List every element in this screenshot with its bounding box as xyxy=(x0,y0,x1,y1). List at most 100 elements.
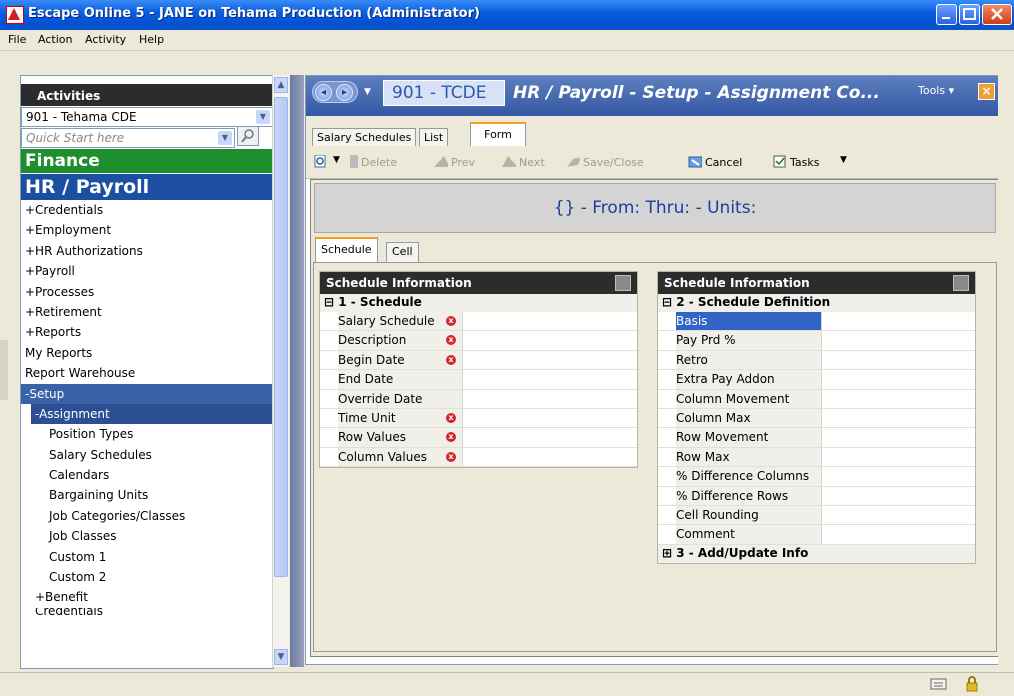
row-values-input[interactable] xyxy=(462,428,637,447)
chevron-down-icon[interactable]: ▼ xyxy=(333,155,340,165)
group-schedule-definition[interactable]: ⊟ 2 - Schedule Definition xyxy=(658,294,975,312)
next-button[interactable]: Next xyxy=(502,155,545,169)
nav-item-processes[interactable]: +Processes xyxy=(21,282,273,302)
scroll-up-arrow[interactable]: ▲ xyxy=(274,77,288,93)
scroll-down-arrow[interactable]: ▼ xyxy=(274,649,288,665)
cancel-button[interactable]: Cancel xyxy=(688,155,742,169)
tab-salary-schedules[interactable]: Salary Schedules xyxy=(312,128,417,146)
nav-item-employment[interactable]: +Employment xyxy=(21,220,273,240)
chevron-down-icon[interactable]: ▼ xyxy=(218,131,232,145)
field-row: Column Movement xyxy=(658,389,975,409)
chevron-down-icon[interactable]: ▼ xyxy=(840,155,847,165)
maximize-button[interactable] xyxy=(959,4,980,25)
left-scrollbar[interactable]: ▲ ▼ xyxy=(272,75,289,667)
form-area: {} - From: Thru: - Units: Schedule Cell … xyxy=(310,179,1000,657)
column-movement-input[interactable] xyxy=(821,389,975,408)
nav-item-assignment[interactable]: -Assignment xyxy=(31,403,273,425)
menu-action[interactable]: Action xyxy=(38,33,72,46)
nav-item-job-classes[interactable]: Job Classes xyxy=(21,526,273,546)
lock-icon[interactable] xyxy=(965,675,979,692)
close-window-button[interactable] xyxy=(982,4,1012,25)
nav-item-credentials[interactable]: +Credentials xyxy=(21,200,273,220)
collapse-icon[interactable] xyxy=(615,275,631,291)
required-icon: x xyxy=(446,451,456,462)
nav-item-bargaining-units[interactable]: Bargaining Units xyxy=(21,485,273,505)
group-add-update-info[interactable]: ⊞ 3 - Add/Update Info xyxy=(658,544,975,563)
nav-item-payroll[interactable]: +Payroll xyxy=(21,261,273,281)
menu-help[interactable]: Help xyxy=(139,33,164,46)
magnifier-icon xyxy=(314,155,326,168)
extra-pay-addon-input[interactable] xyxy=(821,370,975,389)
search-button[interactable] xyxy=(237,126,259,146)
override-date-input[interactable] xyxy=(462,389,637,408)
nav-item-salary-schedules[interactable]: Salary Schedules xyxy=(21,445,273,465)
field-label: Column Movement xyxy=(676,391,790,406)
checklist-icon xyxy=(773,155,786,168)
preview-button[interactable] xyxy=(314,155,331,169)
description-input[interactable] xyxy=(462,331,637,350)
schedule-info-right: Schedule Information ⊟ 2 - Schedule Defi… xyxy=(657,271,976,564)
retro-input[interactable] xyxy=(821,350,975,370)
quick-start-input[interactable]: Quick Start here ▼ xyxy=(21,128,235,148)
district-select[interactable]: 901 - Tehama CDE ▼ xyxy=(21,107,273,127)
splitter-handle[interactable] xyxy=(0,340,8,400)
time-unit-input[interactable] xyxy=(462,408,637,428)
cell-rounding-input[interactable] xyxy=(821,505,975,525)
save-close-button[interactable]: Save/Close xyxy=(566,155,644,169)
message-icon[interactable] xyxy=(930,678,948,691)
pct-diff-rows-input[interactable] xyxy=(821,486,975,505)
prev-button[interactable]: Prev xyxy=(434,155,475,169)
nav-item-setup[interactable]: -Setup xyxy=(21,383,273,404)
nav-item-calendars[interactable]: Calendars xyxy=(21,465,273,485)
tools-menu[interactable]: Tools ▾ xyxy=(918,84,954,97)
pct-diff-columns-input[interactable] xyxy=(821,467,975,486)
finance-section[interactable]: Finance xyxy=(21,149,273,173)
next-icon xyxy=(502,156,516,167)
chevron-down-icon[interactable]: ▼ xyxy=(256,110,270,124)
comment-input[interactable] xyxy=(821,525,975,544)
nav-item-reports[interactable]: +Reports xyxy=(21,322,273,342)
tab-form[interactable]: Form xyxy=(470,122,526,147)
group-schedule[interactable]: ⊟ 1 - Schedule xyxy=(320,294,637,312)
row-max-input[interactable] xyxy=(821,447,975,467)
field-row: Time Unit x xyxy=(320,408,637,429)
close-icon[interactable]: × xyxy=(978,83,995,100)
collapse-icon[interactable] xyxy=(953,275,969,291)
field-row: Salary Schedule x xyxy=(320,312,637,332)
nav-item-hr-authorizations[interactable]: +HR Authorizations xyxy=(21,241,273,261)
column-values-input[interactable] xyxy=(462,447,637,467)
quick-start-placeholder: Quick Start here xyxy=(26,131,125,145)
basis-input[interactable] xyxy=(821,312,975,331)
tab-list[interactable]: List xyxy=(419,128,449,146)
title-bar: Escape Online 5 - JANE on Tehama Product… xyxy=(0,0,1014,30)
nav-item-report-warehouse[interactable]: Report Warehouse xyxy=(21,363,273,383)
nav-item-custom-1[interactable]: Custom 1 xyxy=(21,547,273,567)
tab-cell[interactable]: Cell xyxy=(386,242,419,262)
nav-item-position-types[interactable]: Position Types xyxy=(21,424,273,444)
menu-activity[interactable]: Activity xyxy=(85,33,126,46)
history-dropdown-icon[interactable]: ▼ xyxy=(364,87,371,97)
forward-icon[interactable]: ▸ xyxy=(336,84,353,101)
end-date-input[interactable] xyxy=(462,370,637,389)
nav-item-benefit[interactable]: +Benefit xyxy=(21,587,273,607)
field-row: End Date xyxy=(320,370,637,390)
back-icon[interactable]: ◂ xyxy=(315,84,332,101)
scroll-thumb[interactable] xyxy=(274,97,288,577)
menu-file[interactable]: File xyxy=(8,33,26,46)
tasks-button[interactable]: Tasks xyxy=(773,155,819,169)
nav-item-my-reports[interactable]: My Reports xyxy=(21,343,273,363)
delete-button[interactable]: Delete xyxy=(350,155,397,169)
nav-item-retirement[interactable]: +Retirement xyxy=(21,302,273,322)
tab-schedule[interactable]: Schedule xyxy=(315,237,378,263)
section-header: Schedule Information xyxy=(320,272,637,294)
nav-item-partial[interactable]: Credentials xyxy=(21,608,273,618)
minimize-button[interactable] xyxy=(936,4,957,25)
salary-schedule-input[interactable] xyxy=(462,312,637,331)
row-movement-input[interactable] xyxy=(821,428,975,447)
hr-payroll-section[interactable]: HR / Payroll xyxy=(21,174,273,200)
pay-prd-input[interactable] xyxy=(821,331,975,350)
nav-item-job-categories[interactable]: Job Categories/Classes xyxy=(21,506,273,526)
nav-item-custom-2[interactable]: Custom 2 xyxy=(21,567,273,587)
column-max-input[interactable] xyxy=(821,408,975,428)
begin-date-input[interactable] xyxy=(462,350,637,370)
